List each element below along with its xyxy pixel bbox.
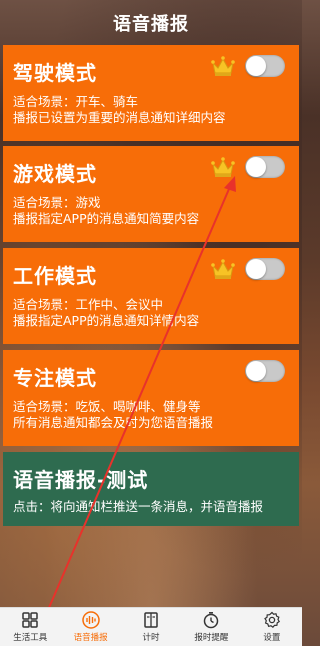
nav-label: 语音播报 <box>73 633 108 643</box>
nav-item-tools[interactable]: 生活工具 <box>0 608 60 646</box>
nav-item-timer[interactable]: 计时 <box>121 608 181 646</box>
grid-icon <box>22 612 38 628</box>
nav-item-voice[interactable]: 语音播报 <box>60 608 120 646</box>
gear-icon <box>264 611 280 629</box>
toggle-knob <box>246 56 266 76</box>
toggle-knob <box>246 259 266 279</box>
mode-card-driving[interactable]: 驾驶模式 适合场景：开车、骑车 播报已设置为重要的消息通知详细内容 <box>3 45 299 141</box>
mode-desc: 播报指定APP的消息通知简要内容 <box>13 211 200 226</box>
crown-icon <box>211 56 235 76</box>
mode-card-work[interactable]: 工作模式 适合场景：工作中、会议中 播报指定APP的消息通知详情内容 <box>3 248 299 344</box>
nav-label: 生活工具 <box>13 633 48 643</box>
test-title: 语音播报-测试 <box>13 468 149 492</box>
toggle-knob <box>246 361 266 381</box>
bottom-nav: 生活工具 语音播报 计时 报时提醒 设置 <box>0 607 302 646</box>
mode-title: 游戏模式 <box>13 162 97 186</box>
mode-scene: 适合场景：游戏 <box>13 195 101 210</box>
mode-card-focus[interactable]: 专注模式 适合场景：吃饭、喝咖啡、健身等 所有消息通知都会及时为您语音播报 <box>3 350 299 446</box>
mode-title: 工作模式 <box>13 264 97 288</box>
voice-wave-icon <box>81 611 100 629</box>
mode-toggle[interactable] <box>245 258 285 280</box>
voice-test-button[interactable]: 语音播报-测试 点击：将向通知栏推送一条消息，并语音播报 <box>3 452 299 526</box>
mode-toggle[interactable] <box>245 360 285 382</box>
crown-icon <box>211 259 235 279</box>
clock-icon <box>204 612 219 629</box>
mode-toggle[interactable] <box>245 156 285 178</box>
mode-desc: 播报已设置为重要的消息通知详细内容 <box>13 110 226 125</box>
mode-scene: 适合场景：工作中、会议中 <box>13 297 164 312</box>
mode-desc: 所有消息通知都会及时为您语音播报 <box>13 415 214 430</box>
mode-title: 专注模式 <box>13 366 97 390</box>
nav-item-hourly-reminder[interactable]: 报时提醒 <box>181 608 241 646</box>
crown-icon <box>211 157 235 177</box>
nav-label: 设置 <box>263 633 281 643</box>
nav-item-settings[interactable]: 设置 <box>242 608 302 646</box>
nav-label: 报时提醒 <box>194 633 229 643</box>
page-title: 语音播报 <box>113 14 189 35</box>
mode-title: 驾驶模式 <box>13 61 97 85</box>
mode-scene: 适合场景：开车、骑车 <box>13 94 139 109</box>
test-desc: 点击：将向通知栏推送一条消息，并语音播报 <box>13 499 264 514</box>
mode-scene: 适合场景：吃饭、喝咖啡、健身等 <box>13 399 201 414</box>
mode-card-game[interactable]: 游戏模式 适合场景：游戏 播报指定APP的消息通知简要内容 <box>3 146 299 242</box>
nav-label: 计时 <box>142 633 160 643</box>
toggle-knob <box>246 157 266 177</box>
mode-desc: 播报指定APP的消息通知详情内容 <box>13 313 200 328</box>
timer-book-icon <box>144 612 158 628</box>
mode-toggle[interactable] <box>245 55 285 77</box>
